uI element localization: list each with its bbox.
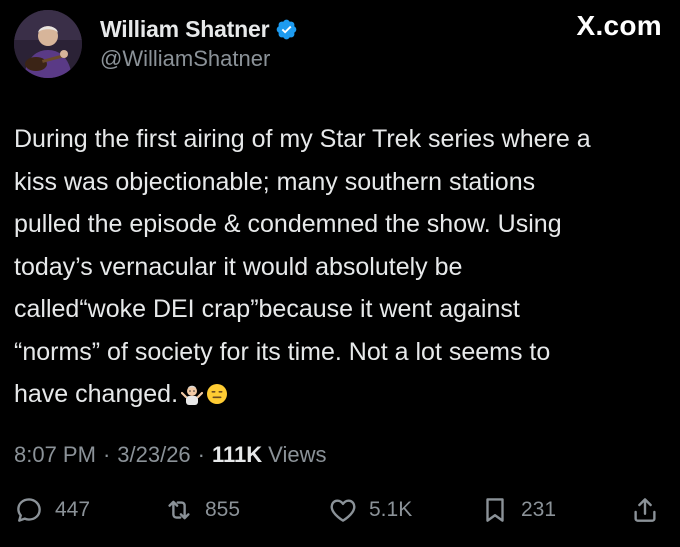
author-display-name[interactable]: William Shatner — [100, 16, 270, 43]
post-header: William Shatner @WilliamShatner X.com — [14, 10, 666, 80]
name-row: William Shatner — [100, 14, 298, 44]
share-button[interactable] — [630, 490, 660, 530]
like-button[interactable]: 5.1K — [328, 490, 412, 530]
bookmark-icon — [486, 498, 504, 522]
action-bar: 447 855 5.1K 231 — [14, 490, 666, 530]
post-card: William Shatner @WilliamShatner X.com Du… — [0, 0, 680, 547]
views-count: 111K — [212, 442, 263, 467]
share-icon — [634, 498, 656, 522]
brand-logo: X.com — [576, 10, 662, 41]
avatar-photo — [14, 10, 82, 78]
verified-badge-icon[interactable] — [275, 18, 298, 41]
reply-button[interactable]: 447 — [14, 490, 90, 530]
man-shrugging-emoji — [181, 385, 204, 405]
emoji-group — [178, 383, 228, 405]
post-text: During the first airing of my Star Trek … — [14, 118, 666, 416]
author-handle[interactable]: @WilliamShatner — [100, 46, 298, 72]
author-identity: William Shatner @WilliamShatner — [100, 14, 298, 72]
bookmark-count: 231 — [521, 498, 557, 521]
post-date[interactable]: 3/23/26 — [117, 442, 190, 468]
repost-button[interactable]: 855 — [164, 490, 240, 530]
avatar[interactable] — [14, 10, 82, 78]
heart-icon — [330, 499, 356, 522]
repost-count: 855 — [205, 498, 241, 521]
like-count: 5.1K — [369, 498, 413, 521]
views-label: Views — [268, 442, 327, 467]
post-time[interactable]: 8:07 PM — [14, 442, 96, 468]
repost-icon — [168, 500, 190, 520]
meta-separator: · — [102, 442, 111, 467]
bookmark-button[interactable]: 231 — [480, 490, 556, 530]
expressionless-face-emoji — [207, 384, 228, 404]
meta-separator: · — [197, 442, 205, 467]
reply-icon — [17, 498, 41, 522]
post-text-content: During the first airing of my Star Trek … — [14, 125, 591, 408]
post-meta: 8:07 PM · 3/23/26 · 111K Views — [14, 440, 326, 470]
reply-count: 447 — [55, 498, 91, 521]
